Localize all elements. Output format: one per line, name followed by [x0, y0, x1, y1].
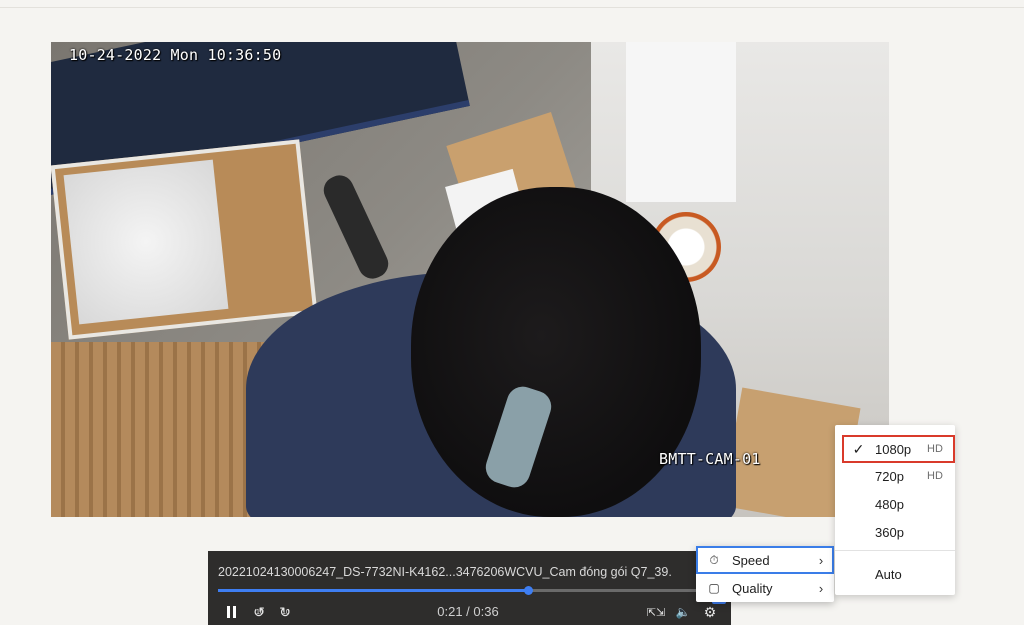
top-bar: [0, 0, 1024, 8]
quality-option-label: 1080p: [875, 441, 912, 457]
video-title: 20221024130006247_DS-7732NI-K4162...3476…: [218, 565, 672, 579]
progress-fill: [218, 589, 528, 592]
checkmark-icon: ✓: [852, 440, 865, 457]
skip-back-icon[interactable]: ↺ 10: [250, 603, 268, 621]
pause-icon[interactable]: [224, 603, 238, 621]
progress-knob[interactable]: [523, 586, 533, 595]
progress-bar[interactable]: [218, 586, 698, 595]
settings-item-label: Speed: [732, 552, 770, 568]
settings-menu: ⏱ Speed › ▢ Quality ›: [696, 546, 834, 602]
quality-option-badge: HD: [927, 443, 943, 455]
quality-menu: ✓ 1080p HD 720p HD 480p 360p Auto: [835, 425, 955, 595]
video-camera-icon: ▢: [708, 581, 720, 595]
skip-forward-icon[interactable]: ↻ 10: [276, 603, 294, 621]
video-scene-bubble-wrap: [63, 159, 229, 325]
quality-option-label: 720p: [875, 468, 904, 484]
settings-item-speed[interactable]: ⏱ Speed ›: [696, 546, 834, 574]
chevron-right-icon: ›: [818, 580, 824, 596]
gear-icon: ⚙: [703, 603, 717, 620]
quality-option-auto[interactable]: Auto: [835, 560, 955, 588]
settings-item-quality[interactable]: ▢ Quality ›: [696, 574, 834, 602]
settings-button[interactable]: ⚙: [700, 603, 720, 621]
quality-option-720p[interactable]: 720p HD: [835, 462, 955, 490]
skip-forward-seconds: 10: [282, 609, 290, 616]
chevron-right-icon: ›: [818, 552, 824, 568]
osd-timestamp: 10-24-2022 Mon 10:36:50: [69, 46, 282, 64]
fullscreen-icon[interactable]: ⇱⇲: [647, 603, 665, 621]
video-scene-white-block: [626, 42, 736, 202]
osd-camera-label: BMTT-CAM-01: [659, 450, 761, 468]
speedometer-icon: ⏱: [709, 552, 719, 567]
quality-option-360p[interactable]: 360p: [835, 518, 955, 546]
quality-option-label: 480p: [875, 496, 904, 512]
menu-divider: [835, 550, 955, 551]
video-player-controls: 20221024130006247_DS-7732NI-K4162...3476…: [208, 551, 731, 625]
quality-option-480p[interactable]: 480p: [835, 490, 955, 518]
quality-option-badge: HD: [927, 470, 943, 482]
video-scene-scanner: [319, 170, 393, 284]
quality-option-label: 360p: [875, 524, 904, 540]
skip-back-seconds: 10: [256, 609, 264, 616]
quality-option-label: Auto: [875, 566, 902, 582]
settings-item-label: Quality: [732, 580, 773, 596]
time-readout: 0:21 / 0:36: [437, 604, 499, 619]
video-scene-hair: [411, 187, 701, 517]
volume-icon[interactable]: 🔈: [674, 603, 692, 621]
video-frame[interactable]: 10-24-2022 Mon 10:36:50 BMTT-CAM-01: [51, 42, 889, 517]
quality-option-1080p[interactable]: ✓ 1080p HD: [842, 435, 955, 463]
